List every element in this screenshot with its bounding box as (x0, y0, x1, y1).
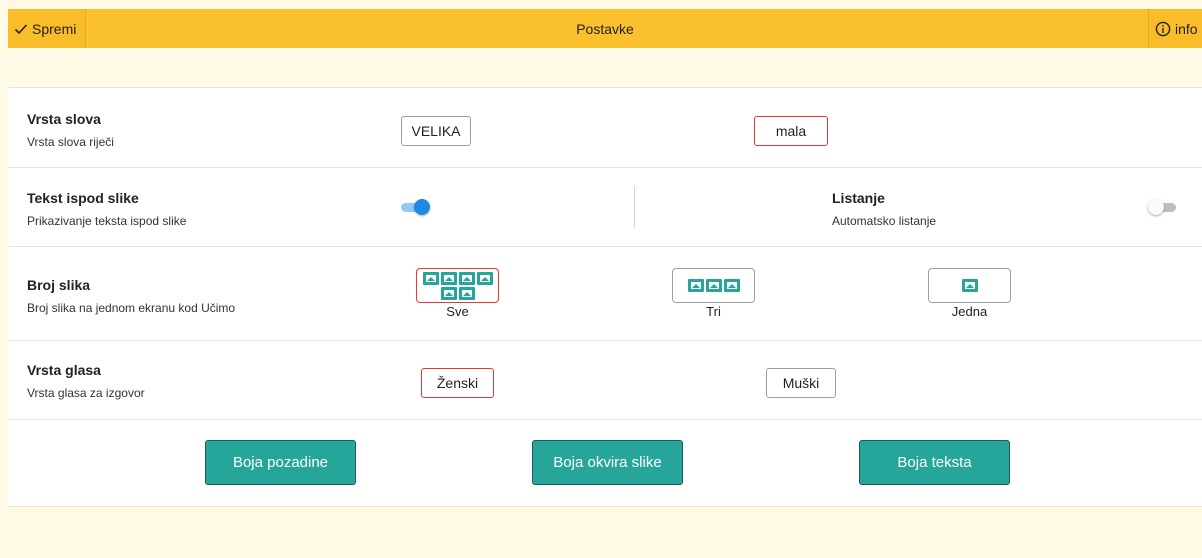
setting-title: Tekst ispod slike (27, 190, 139, 206)
top-toolbar: Postavke Spremi info (8, 9, 1202, 48)
info-icon (1155, 21, 1171, 36)
divider (634, 186, 635, 228)
setting-row-font-case: Vrsta slova Vrsta slova riječi VELIKA ma… (8, 88, 1202, 168)
toggle-knob (414, 199, 430, 215)
setting-title: Vrsta glasa (27, 362, 101, 378)
text-below-image-toggle[interactable] (401, 199, 430, 215)
image-icon (440, 286, 457, 300)
image-count-one-button[interactable] (928, 268, 1011, 303)
image-count-three-label: Tri (706, 304, 721, 319)
color-buttons-row: Boja pozadine Boja okvira slike Boja tek… (8, 420, 1202, 507)
font-case-uppercase-button[interactable]: VELIKA (401, 116, 471, 146)
text-color-button[interactable]: Boja teksta (859, 440, 1010, 485)
info-button-label: info (1175, 20, 1198, 37)
image-count-all-label: Sve (446, 304, 469, 319)
settings-card: Vrsta slova Vrsta slova riječi VELIKA ma… (8, 87, 1202, 507)
image-count-three-button[interactable] (672, 268, 755, 303)
image-frame-color-button[interactable]: Boja okvira slike (532, 440, 683, 485)
image-icon (476, 271, 493, 285)
voice-female-button[interactable]: Ženski (421, 368, 494, 398)
save-button-label: Spremi (32, 20, 77, 37)
setting-row-image-count: Broj slika Broj slika na jednom ekranu k… (8, 247, 1202, 341)
checkmark-icon (14, 23, 28, 34)
setting-subtitle: Prikazivanje teksta ispod slike (27, 214, 187, 228)
setting-subtitle: Broj slika na jednom ekranu kod Učimo (27, 301, 236, 315)
setting-row-voice: Vrsta glasa Vrsta glasa za izgovor Žensk… (8, 341, 1202, 420)
image-icon (458, 286, 475, 300)
setting-row-text-and-scroll: Tekst ispod slike Prikazivanje teksta is… (8, 168, 1202, 247)
page-title: Postavke (576, 20, 634, 37)
image-icon (687, 279, 704, 292)
auto-scroll-toggle[interactable] (1148, 199, 1176, 215)
image-icon (961, 279, 978, 292)
image-icon (440, 271, 457, 285)
setting-subtitle: Vrsta glasa za izgovor (27, 386, 145, 400)
image-count-one-label: Jedna (951, 304, 988, 319)
image-icon (458, 271, 475, 285)
image-count-all-button[interactable] (416, 268, 499, 303)
setting-title: Listanje (832, 190, 885, 206)
info-button[interactable]: info (1148, 9, 1202, 48)
toggle-knob (1148, 199, 1164, 215)
font-case-lowercase-button[interactable]: mala (754, 116, 828, 146)
save-button[interactable]: Spremi (8, 9, 86, 48)
setting-subtitle: Vrsta slova riječi (27, 135, 114, 149)
background-color-button[interactable]: Boja pozadine (205, 440, 356, 485)
voice-male-button[interactable]: Muški (766, 368, 836, 398)
image-icon (422, 271, 439, 285)
setting-title: Vrsta slova (27, 111, 101, 127)
image-icon (705, 279, 722, 292)
setting-subtitle: Automatsko listanje (832, 214, 937, 228)
setting-title: Broj slika (27, 277, 91, 293)
image-icon (723, 279, 740, 292)
